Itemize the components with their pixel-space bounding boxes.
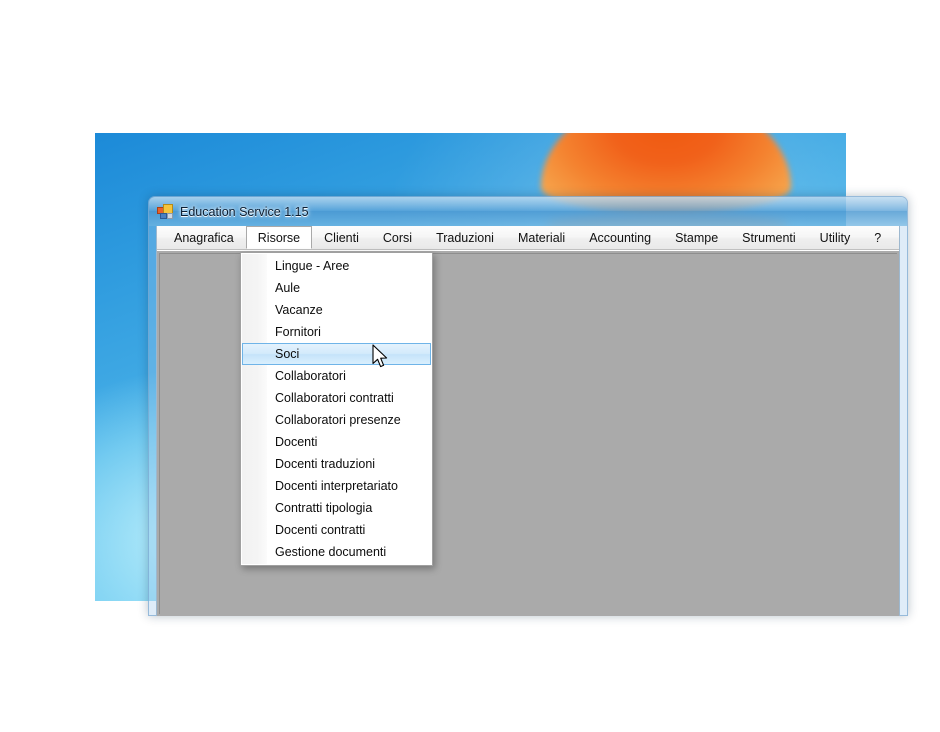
- menu-item-strumenti[interactable]: Strumenti: [730, 226, 808, 249]
- dropdown-item-fornitori[interactable]: Fornitori: [241, 321, 432, 343]
- dropdown-item-soci[interactable]: Soci: [242, 343, 431, 365]
- dropdown-item-collaboratori[interactable]: Collaboratori: [241, 365, 432, 387]
- vbnet-app-icon: [157, 203, 173, 220]
- dropdown-item-aule[interactable]: Aule: [241, 277, 432, 299]
- dropdown-item-docenti-traduzioni[interactable]: Docenti traduzioni: [241, 453, 432, 475]
- menu-item-accounting[interactable]: Accounting: [577, 226, 663, 249]
- menu-item-clienti[interactable]: Clienti: [312, 226, 371, 249]
- dropdown-item-docenti-interpretariato[interactable]: Docenti interpretariato: [241, 475, 432, 497]
- dropdown-menu-risorse: Lingue - Aree Aule Vacanze Fornitori Soc…: [240, 252, 433, 566]
- dropdown-item-docenti-contratti[interactable]: Docenti contratti: [241, 519, 432, 541]
- menu-item-traduzioni[interactable]: Traduzioni: [424, 226, 506, 249]
- screenshot-root: Education Service 1.15 Anagrafica Risors…: [0, 0, 940, 732]
- dropdown-item-docenti[interactable]: Docenti: [241, 431, 432, 453]
- menu-bar: Anagrafica Risorse Clienti Corsi Traduzi…: [157, 226, 899, 250]
- menu-item-anagrafica[interactable]: Anagrafica: [162, 226, 246, 249]
- dropdown-item-lingue-aree[interactable]: Lingue - Aree: [241, 255, 432, 277]
- menu-item-corsi[interactable]: Corsi: [371, 226, 424, 249]
- menu-item-utility[interactable]: Utility: [808, 226, 863, 249]
- menu-item-risorse[interactable]: Risorse: [245, 226, 313, 249]
- menu-item-stampe[interactable]: Stampe: [663, 226, 730, 249]
- dropdown-item-collaboratori-presenze[interactable]: Collaboratori presenze: [241, 409, 432, 431]
- window-title: Education Service 1.15: [180, 204, 309, 219]
- dropdown-item-vacanze[interactable]: Vacanze: [241, 299, 432, 321]
- dropdown-item-collaboratori-contratti[interactable]: Collaboratori contratti: [241, 387, 432, 409]
- dropdown-item-gestione-documenti[interactable]: Gestione documenti: [241, 541, 432, 563]
- menu-item-materiali[interactable]: Materiali: [506, 226, 577, 249]
- window-titlebar[interactable]: Education Service 1.15: [149, 197, 907, 226]
- dropdown-item-contratti-tipologia[interactable]: Contratti tipologia: [241, 497, 432, 519]
- menu-item-help[interactable]: ?: [862, 226, 893, 249]
